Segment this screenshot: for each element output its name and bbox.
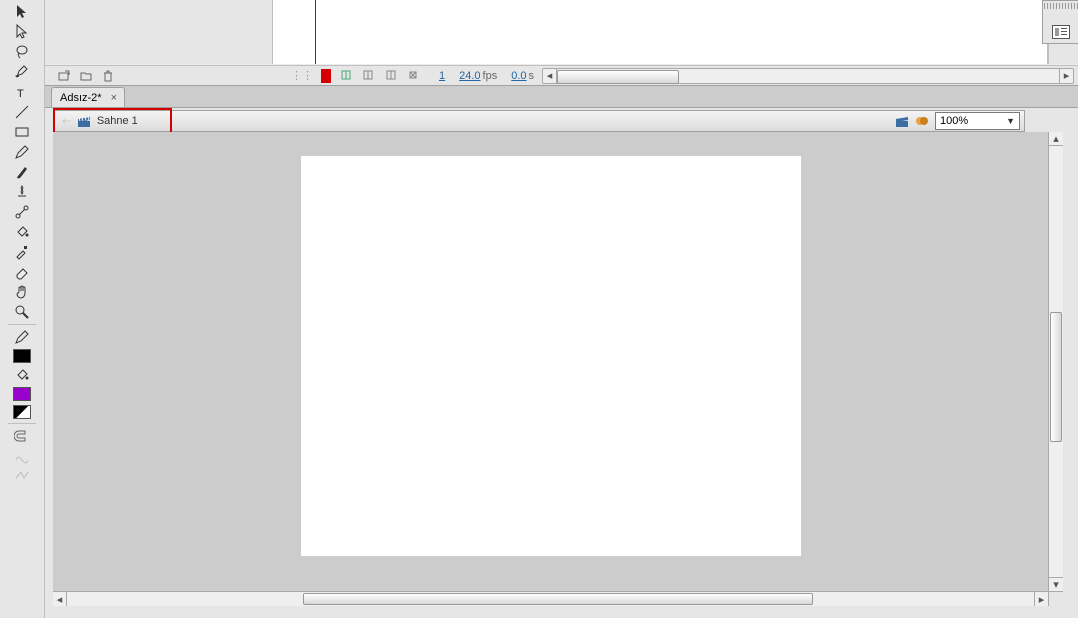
fps-value[interactable]: 24.0 <box>459 70 480 82</box>
playhead-line <box>315 0 316 64</box>
timeline-frames-area[interactable] <box>273 0 1048 64</box>
zoom-tool[interactable] <box>10 302 34 322</box>
timeline-status-bar: ⋮⋮ 1 24.0fps 0.0s ◂ ▸ <box>45 66 1078 86</box>
selection-tool[interactable] <box>10 2 34 22</box>
lasso-tool[interactable] <box>10 42 34 62</box>
edit-symbol-icon[interactable] <box>915 114 929 128</box>
vertical-scroll-thumb[interactable] <box>1050 312 1062 442</box>
timeline-layer-column[interactable] <box>45 0 273 64</box>
smooth-option-tool[interactable] <box>10 446 34 466</box>
timeline-panel <box>45 0 1078 66</box>
timeline-horizontal-scrollbar[interactable]: ◂ ▸ <box>542 68 1074 84</box>
vertical-scrollbar[interactable]: ▴ ▾ <box>1048 132 1063 591</box>
scroll-right-icon[interactable]: ▸ <box>1059 69 1073 83</box>
scroll-left-icon[interactable]: ◂ <box>53 592 67 606</box>
document-tab[interactable]: Adsız-2* × <box>51 87 125 107</box>
stage-pasteboard[interactable] <box>53 132 1048 591</box>
subselection-tool[interactable] <box>10 22 34 42</box>
delete-layer-icon[interactable] <box>101 69 115 83</box>
time-value[interactable]: 0.0 <box>511 70 526 82</box>
scroll-corner <box>1048 591 1063 606</box>
snap-to-objects-tool[interactable] <box>10 426 34 446</box>
tools-panel: T <box>0 0 45 618</box>
timeline-ruler-grip-icon[interactable]: ⋮⋮ <box>291 69 313 82</box>
fps-label: fps <box>483 70 498 82</box>
dropdown-caret-icon: ▼ <box>1006 116 1015 126</box>
line-tool[interactable] <box>10 102 34 122</box>
stage-canvas[interactable] <box>301 156 801 556</box>
horizontal-scrollbar[interactable]: ◂ ▸ <box>53 591 1048 606</box>
fill-color-tool[interactable] <box>10 365 34 385</box>
back-arrow-icon[interactable]: ⬸ <box>62 115 71 128</box>
new-folder-icon[interactable] <box>79 69 93 83</box>
timeline-frame-info: 1 24.0fps 0.0s <box>439 70 534 82</box>
close-tab-icon[interactable]: × <box>108 92 120 104</box>
rectangle-tool[interactable] <box>10 122 34 142</box>
panel-grip-icon[interactable] <box>1044 3 1078 9</box>
stroke-color-tool[interactable] <box>10 327 34 347</box>
zoom-dropdown[interactable]: 100% ▼ <box>935 112 1020 130</box>
modify-markers-icon[interactable] <box>407 69 421 83</box>
tool-divider <box>8 324 36 325</box>
scene-name-label[interactable]: Sahne 1 <box>97 115 138 127</box>
scroll-left-icon[interactable]: ◂ <box>543 69 557 83</box>
onion-skin-outlines-icon[interactable] <box>363 69 377 83</box>
pencil-tool[interactable] <box>10 142 34 162</box>
horizontal-scroll-thumb[interactable] <box>303 593 813 605</box>
brush-tool[interactable] <box>10 162 34 182</box>
new-layer-icon[interactable] <box>57 69 71 83</box>
current-frame-value[interactable]: 1 <box>439 70 445 82</box>
playhead-marker-icon[interactable] <box>321 69 331 83</box>
tool-divider <box>8 423 36 424</box>
text-tool[interactable]: T <box>10 82 34 102</box>
scroll-right-icon[interactable]: ▸ <box>1034 592 1048 606</box>
bone-tool[interactable] <box>10 202 34 222</box>
edit-scene-icon[interactable] <box>895 114 909 128</box>
svg-text:T: T <box>17 88 24 100</box>
edit-bar: ⬸ Sahne 1 100% ▼ <box>53 110 1025 132</box>
document-tab-bar: Adsız-2* × <box>45 86 1078 108</box>
default-colors-swatch[interactable] <box>13 405 31 419</box>
stage-viewport: ▴ ▾ ◂ ▸ <box>53 132 1063 606</box>
eraser-tool[interactable] <box>10 262 34 282</box>
fill-swatch[interactable] <box>13 387 31 401</box>
pen-tool[interactable] <box>10 62 34 82</box>
onion-skin-icon[interactable] <box>341 69 355 83</box>
eyedropper-tool[interactable] <box>10 242 34 262</box>
document-tab-label: Adsız-2* <box>60 92 102 104</box>
deco-tool[interactable] <box>10 182 34 202</box>
stroke-swatch[interactable] <box>13 349 31 363</box>
scene-clapper-icon <box>77 114 91 128</box>
scroll-down-icon[interactable]: ▾ <box>1049 577 1063 591</box>
time-label: s <box>529 70 535 82</box>
paint-bucket-tool[interactable] <box>10 222 34 242</box>
scroll-up-icon[interactable]: ▴ <box>1049 132 1063 146</box>
straighten-option-tool[interactable] <box>10 466 34 486</box>
properties-panel-icon[interactable] <box>1052 25 1070 39</box>
edit-multiple-frames-icon[interactable] <box>385 69 399 83</box>
collapsed-panel-dock[interactable] <box>1042 0 1078 44</box>
hand-tool[interactable] <box>10 282 34 302</box>
zoom-value: 100% <box>940 115 968 127</box>
